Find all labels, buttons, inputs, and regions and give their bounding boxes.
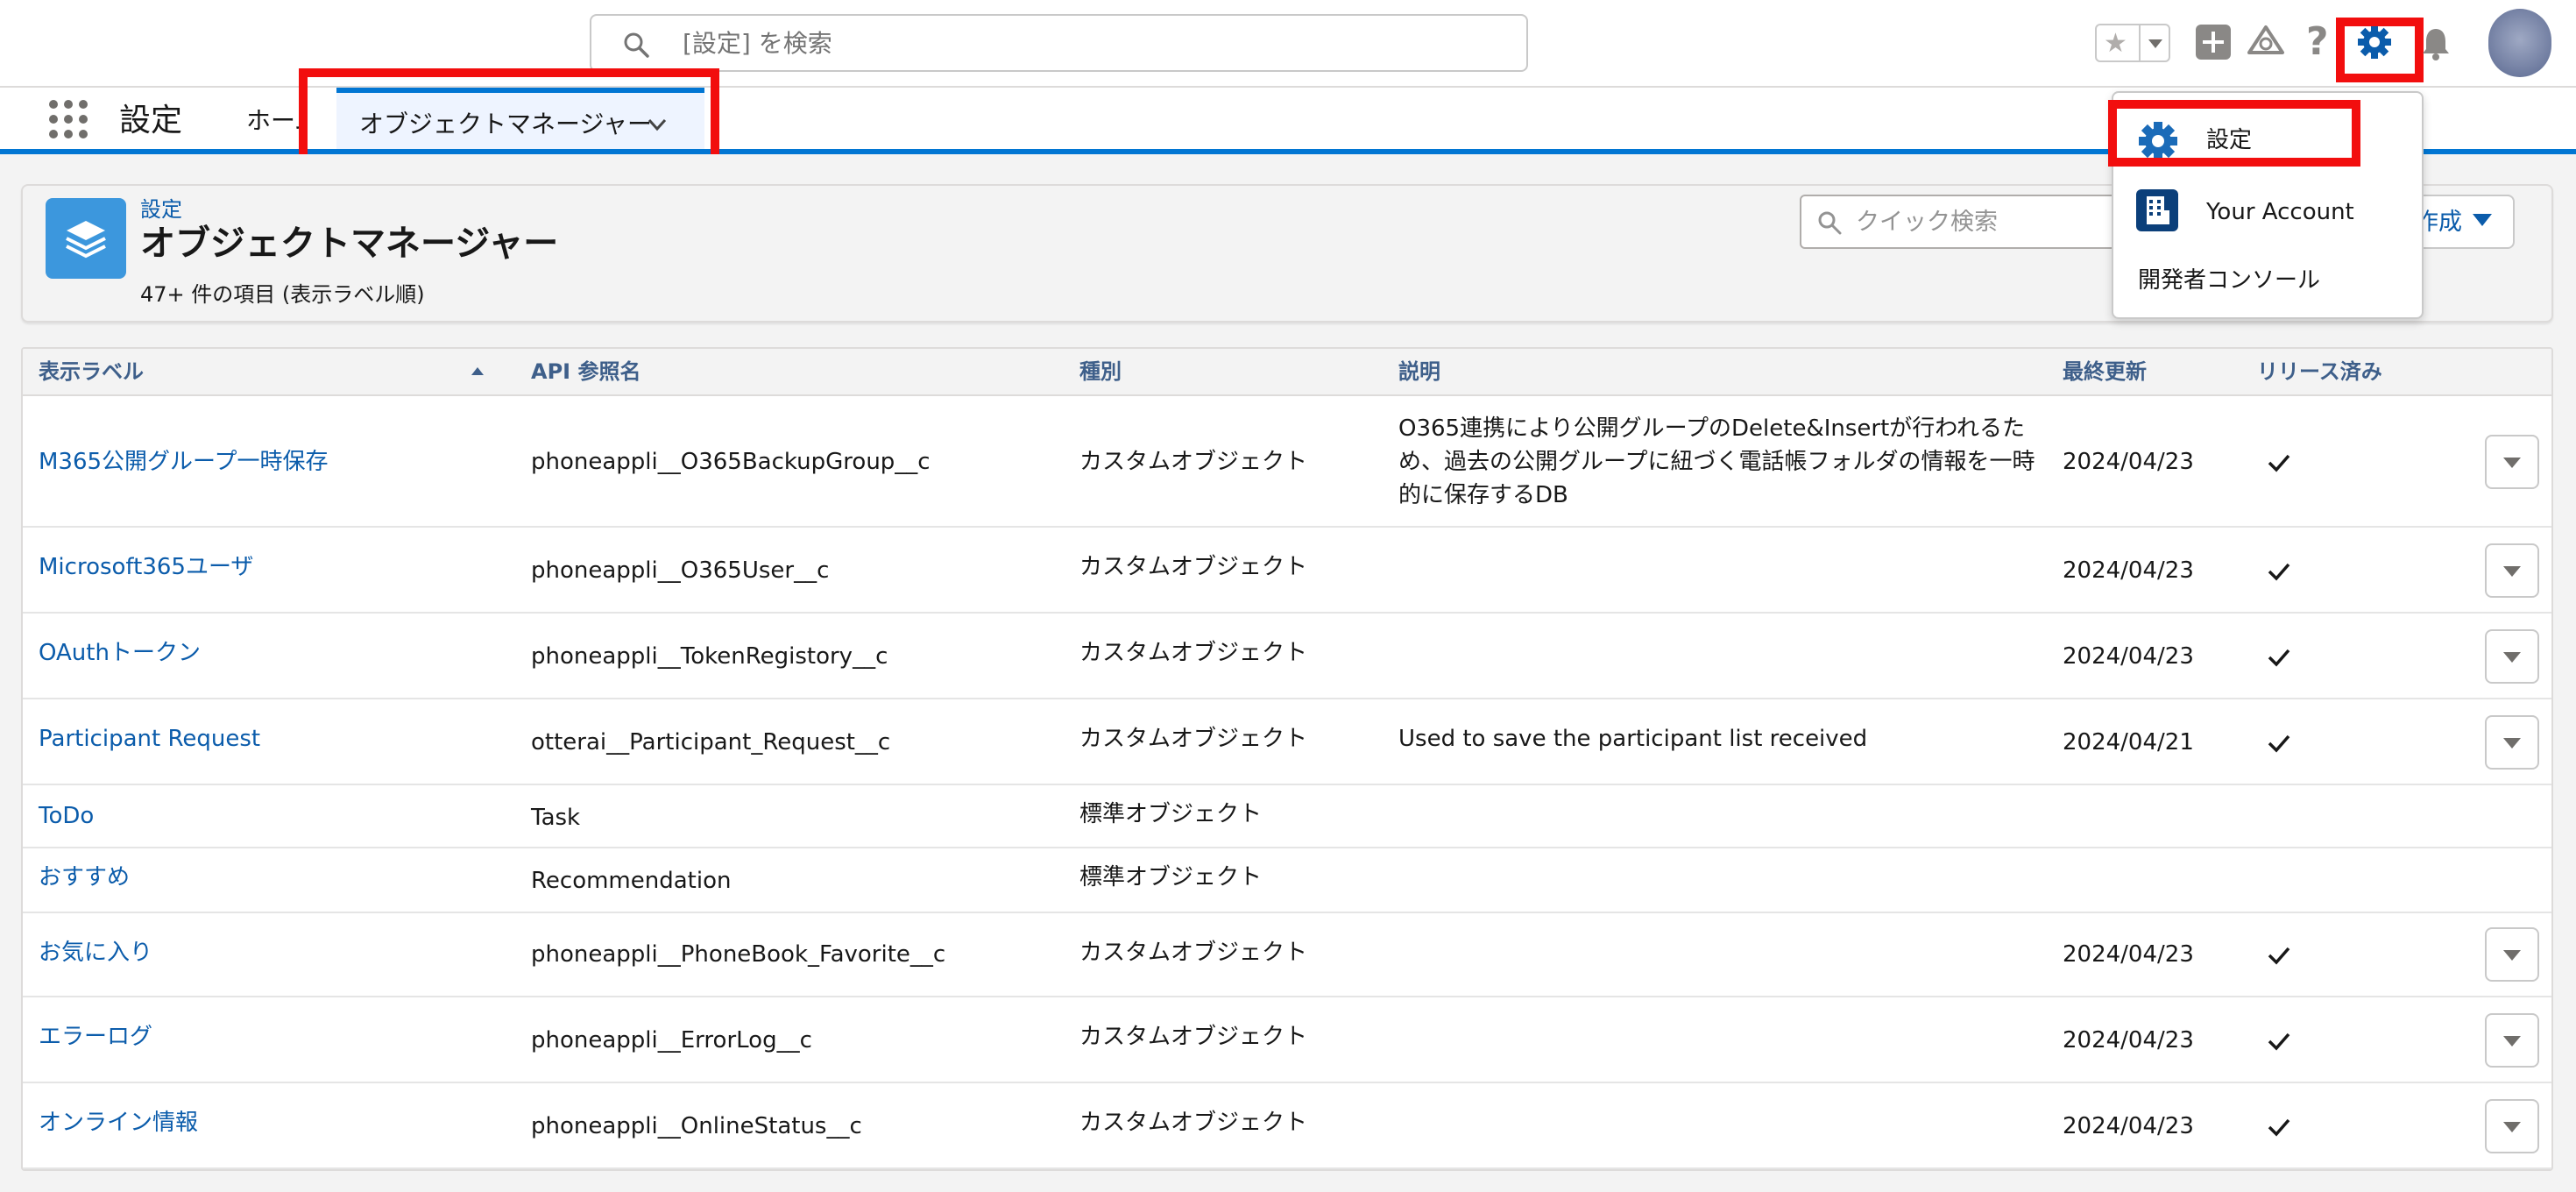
type-cell: カスタムオブジェクト bbox=[1079, 640, 1308, 666]
search-placeholder: [設定] を検索 bbox=[683, 29, 832, 58]
menu-item-developer-console[interactable]: 開発者コンソール bbox=[2115, 249, 2422, 312]
quick-find-placeholder: クイック検索 bbox=[1856, 209, 1998, 236]
app-launcher-icon[interactable] bbox=[49, 100, 88, 138]
check-icon bbox=[2268, 734, 2290, 753]
help-icon[interactable]: ? bbox=[2306, 19, 2329, 65]
check-icon bbox=[2268, 1118, 2290, 1137]
notification-bell-icon[interactable] bbox=[2420, 26, 2452, 61]
table-row: Microsoft365ユーザ phoneappli__O365User__c … bbox=[23, 528, 2551, 614]
chevron-down-icon bbox=[2473, 214, 2492, 226]
check-icon bbox=[2268, 454, 2290, 472]
last-modified-cell: 2024/04/23 bbox=[2063, 557, 2194, 584]
type-cell: 標準オブジェクト bbox=[1079, 864, 1263, 890]
description-cell: O365連携により公開グループのDelete&Insertが行われるため、過去の… bbox=[1398, 415, 2035, 508]
api-name-cell: otterai__Participant_Request__c bbox=[531, 729, 891, 756]
object-label-link[interactable]: おすすめ bbox=[39, 861, 130, 894]
row-actions-button[interactable] bbox=[2485, 629, 2539, 684]
row-actions-button[interactable] bbox=[2485, 1013, 2539, 1068]
row-actions-button[interactable] bbox=[2485, 927, 2539, 982]
setup-menu-item-highlight bbox=[2108, 100, 2360, 167]
check-icon bbox=[2268, 947, 2290, 965]
last-modified-cell: 2024/04/21 bbox=[2063, 729, 2194, 756]
last-modified-cell: 2024/04/23 bbox=[2063, 449, 2194, 475]
favorites-list-button[interactable] bbox=[2144, 29, 2167, 57]
menu-item-label: 開発者コンソール bbox=[2138, 267, 2321, 294]
api-name-cell: phoneappli__O365User__c bbox=[531, 557, 830, 584]
api-name-cell: phoneappli__ErrorLog__c bbox=[531, 1027, 812, 1054]
column-header-label[interactable]: 表示ラベル bbox=[39, 358, 144, 386]
item-count: 47+ 件の項目 (表示ラベル順) bbox=[140, 282, 425, 307]
row-actions-button[interactable] bbox=[2485, 543, 2539, 598]
app-name: 設定 bbox=[119, 103, 183, 138]
api-name-cell: phoneappli__O365BackupGroup__c bbox=[531, 449, 931, 475]
table-header: 表示ラベル API 参照名 種別 説明 最終更新 リリース済み bbox=[23, 349, 2551, 396]
table-row: M365公開グループ一時保存 phoneappli__O365BackupGro… bbox=[23, 396, 2551, 528]
type-cell: カスタムオブジェクト bbox=[1079, 1024, 1308, 1050]
global-search-input[interactable]: [設定] を検索 bbox=[590, 14, 1528, 72]
user-avatar[interactable] bbox=[2488, 9, 2551, 77]
api-name-cell: Recommendation bbox=[531, 868, 732, 894]
type-cell: カスタムオブジェクト bbox=[1079, 449, 1308, 475]
api-name-cell: phoneappli__OnlineStatus__c bbox=[531, 1113, 862, 1139]
type-cell: カスタムオブジェクト bbox=[1079, 940, 1308, 966]
divider bbox=[2139, 25, 2141, 60]
tab-home[interactable]: ホーム bbox=[246, 103, 299, 138]
description-cell: Used to save the participant list receiv… bbox=[1398, 726, 1868, 752]
page-title: オブジェクトマネージャー bbox=[140, 224, 559, 264]
building-icon bbox=[2136, 189, 2178, 231]
menu-item-label: Your Account bbox=[2206, 199, 2354, 225]
object-label-link[interactable]: M365公開グループ一時保存 bbox=[39, 445, 329, 479]
object-label-link[interactable]: エラーログ bbox=[39, 1020, 152, 1054]
check-icon bbox=[2268, 1032, 2290, 1051]
row-actions-button[interactable] bbox=[2485, 715, 2539, 770]
object-label-link[interactable]: Participant Request bbox=[39, 722, 260, 756]
object-label-link[interactable]: オンライン情報 bbox=[39, 1106, 198, 1139]
column-header-last-modified[interactable]: 最終更新 bbox=[2063, 358, 2147, 386]
row-actions-button[interactable] bbox=[2485, 435, 2539, 489]
table-row: Participant Request otterai__Participant… bbox=[23, 699, 2551, 785]
api-name-cell: phoneappli__TokenRegistory__c bbox=[531, 643, 888, 670]
table-row: OAuthトークン phoneappli__TokenRegistory__c … bbox=[23, 614, 2551, 699]
menu-item-your-account[interactable]: Your Account bbox=[2115, 181, 2422, 244]
search-icon bbox=[624, 32, 649, 58]
object-manager-tab-highlight bbox=[299, 68, 719, 167]
object-label-link[interactable]: Microsoft365ユーザ bbox=[39, 550, 253, 584]
last-modified-cell: 2024/04/23 bbox=[2063, 1027, 2194, 1054]
type-cell: カスタムオブジェクト bbox=[1079, 554, 1308, 580]
global-actions-icon[interactable] bbox=[2196, 25, 2231, 60]
type-cell: カスタムオブジェクト bbox=[1079, 726, 1308, 752]
favorites-button[interactable]: ★ bbox=[2095, 24, 2170, 62]
type-cell: 標準オブジェクト bbox=[1079, 801, 1263, 827]
column-header-description[interactable]: 説明 bbox=[1398, 358, 1440, 386]
object-label-link[interactable]: お気に入り bbox=[39, 936, 152, 969]
column-header-deployed[interactable]: リリース済み bbox=[2257, 358, 2382, 386]
table-row: オンライン情報 phoneappli__OnlineStatus__c カスタム… bbox=[23, 1083, 2551, 1169]
api-name-cell: phoneappli__PhoneBook_Favorite__c bbox=[531, 941, 946, 968]
table-row: ToDo Task 標準オブジェクト bbox=[23, 785, 2551, 848]
table-row: お気に入り phoneappli__PhoneBook_Favorite__c … bbox=[23, 913, 2551, 997]
last-modified-cell: 2024/04/23 bbox=[2063, 941, 2194, 968]
api-name-cell: Task bbox=[531, 805, 581, 831]
column-header-api-name[interactable]: API 参照名 bbox=[531, 358, 640, 386]
table-row: エラーログ phoneappli__ErrorLog__c カスタムオブジェクト… bbox=[23, 997, 2551, 1083]
last-modified-cell: 2024/04/23 bbox=[2063, 1113, 2194, 1139]
breadcrumb[interactable]: 設定 bbox=[140, 196, 182, 223]
trailhead-icon[interactable] bbox=[2247, 25, 2285, 60]
sort-ascending-icon[interactable] bbox=[471, 367, 484, 375]
check-icon bbox=[2268, 563, 2290, 581]
object-label-link[interactable]: ToDo bbox=[39, 799, 94, 833]
row-actions-button[interactable] bbox=[2485, 1099, 2539, 1153]
object-table: 表示ラベル API 参照名 種別 説明 最終更新 リリース済み M365公開グル… bbox=[21, 347, 2553, 1171]
object-manager-icon bbox=[46, 198, 126, 279]
table-row: おすすめ Recommendation 標準オブジェクト bbox=[23, 848, 2551, 913]
check-icon bbox=[2268, 649, 2290, 667]
object-label-link[interactable]: OAuthトークン bbox=[39, 636, 201, 670]
type-cell: カスタムオブジェクト bbox=[1079, 1110, 1308, 1136]
column-header-type[interactable]: 種別 bbox=[1079, 358, 1122, 386]
last-modified-cell: 2024/04/23 bbox=[2063, 643, 2194, 670]
setup-icon-highlight bbox=[2336, 18, 2424, 82]
star-icon: ★ bbox=[2104, 28, 2127, 59]
search-icon bbox=[1818, 211, 1842, 235]
